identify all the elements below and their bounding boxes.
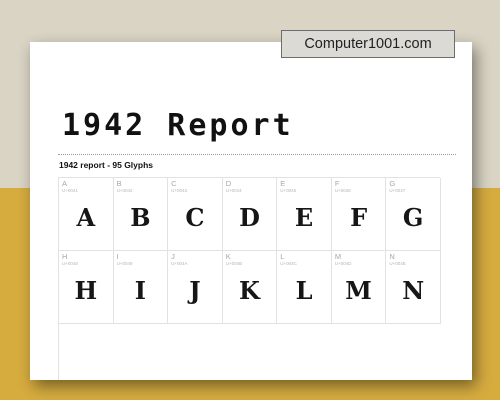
glyph-preview: A — [76, 203, 96, 232]
glyph-code: U+0042 — [116, 188, 133, 193]
glyph-label: M — [334, 252, 342, 261]
font-preview-page: 1942 Report 1942 report - 95 Glyphs A U+… — [30, 42, 472, 380]
glyph-preview: M — [345, 276, 372, 305]
glyph-cell[interactable]: G U+0047 G — [386, 178, 441, 251]
site-watermark-label: Computer1001.com — [281, 30, 455, 58]
glyph-preview: F — [350, 203, 368, 232]
glyph-code: U+0046 — [334, 188, 351, 193]
glyph-code: U+0045 — [280, 188, 297, 193]
glyph-preview: C — [185, 203, 205, 232]
glyph-cell[interactable]: K U+004B K — [222, 251, 278, 324]
glyph-preview: N — [402, 276, 425, 305]
glyph-code: U+004C — [280, 261, 297, 266]
glyph-preview: E — [294, 203, 314, 232]
glyph-cell[interactable]: H U+0048 H — [59, 251, 114, 324]
glyph-preview: L — [295, 276, 313, 305]
glyph-code: U+0043 — [171, 188, 188, 193]
glyph-preview: H — [74, 276, 98, 305]
glyph-label: N — [389, 252, 395, 261]
glyph-cell[interactable]: F U+0046 F — [331, 178, 387, 251]
glyph-code: U+0049 — [116, 261, 133, 266]
glyph-code: U+004E — [389, 261, 406, 266]
glyph-preview: K — [239, 276, 260, 305]
glyph-label: L — [280, 252, 285, 261]
glyph-cell[interactable]: A U+0041 A — [59, 178, 114, 251]
glyph-preview: B — [130, 203, 151, 232]
glyph-cell[interactable]: N U+004E N — [386, 251, 441, 324]
glyph-code: U+004B — [225, 261, 243, 266]
glyph-code: U+0041 — [62, 188, 78, 193]
glyph-label: H — [62, 252, 68, 261]
glyph-label: B — [116, 179, 122, 188]
glyph-label: C — [171, 179, 177, 188]
glyph-preview: I — [134, 276, 146, 305]
glyph-label: J — [171, 252, 175, 261]
glyph-cell[interactable]: E U+0045 E — [277, 178, 332, 251]
glyph-label: E — [280, 179, 286, 188]
glyph-label: A — [62, 179, 68, 188]
glyph-cell[interactable]: L U+004C L — [277, 251, 332, 324]
glyph-cell[interactable]: M U+004D M — [331, 251, 387, 324]
glyph-preview: G — [402, 203, 424, 232]
glyph-code: U+004A — [171, 261, 188, 266]
font-title: 1942 Report — [62, 108, 294, 143]
glyph-cell[interactable]: D U+0044 D — [222, 178, 278, 251]
glyph-code: U+0044 — [225, 188, 242, 193]
dotted-divider — [58, 154, 456, 155]
glyph-cell[interactable]: B U+0042 B — [113, 178, 169, 251]
glyph-label: G — [389, 179, 396, 188]
glyph-preview: J — [189, 276, 201, 305]
glyph-label: I — [116, 252, 119, 261]
glyph-preview: D — [239, 203, 260, 232]
glyph-label: D — [225, 179, 232, 188]
glyph-label: K — [225, 252, 231, 261]
glyph-cell[interactable]: J U+004A J — [168, 251, 223, 324]
glyph-code: U+004D — [334, 261, 352, 266]
glyph-label: F — [334, 179, 340, 188]
glyph-count-subtitle: 1942 report - 95 Glyphs — [59, 160, 154, 170]
glyph-code: U+0047 — [389, 188, 406, 193]
glyph-cell[interactable]: C U+0043 C — [168, 178, 223, 251]
scene: 1942 Report 1942 report - 95 Glyphs A U+… — [0, 0, 500, 400]
glyph-cell[interactable]: I U+0049 I — [113, 251, 169, 324]
glyph-code: U+0048 — [62, 261, 78, 266]
glyph-grid: A U+0041 A B U+0042 B C U+0043 C D U+004… — [58, 177, 441, 380]
